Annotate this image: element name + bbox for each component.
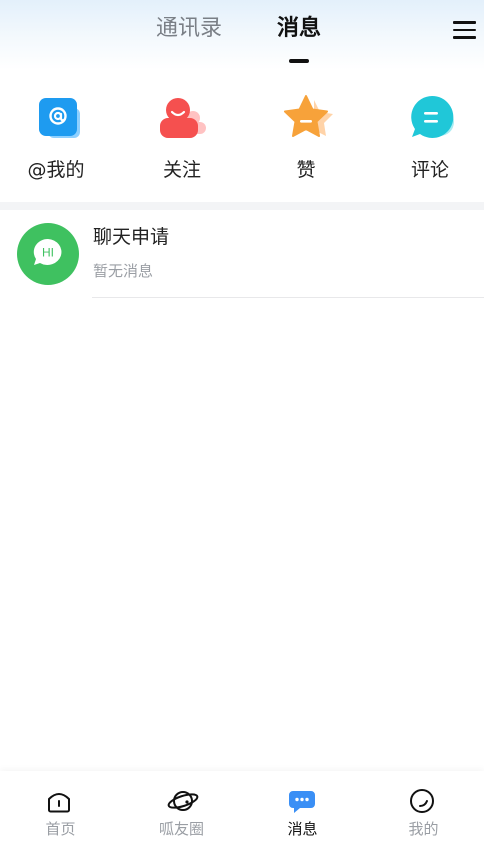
nav-label: 首页 bbox=[45, 820, 76, 838]
quick-action-comments[interactable]: 评论 bbox=[380, 92, 480, 188]
nav-label: 消息 bbox=[287, 820, 318, 838]
tab-contacts[interactable]: 通讯录 bbox=[156, 14, 222, 44]
at-mention-icon bbox=[39, 98, 80, 138]
bottom-navigation: 首页 呱友圈 消息 我的 bbox=[0, 771, 484, 841]
planet-icon bbox=[167, 791, 199, 811]
quick-action-label: @我的 bbox=[27, 159, 85, 181]
chat-request-row[interactable]: HI 聊天申请 暂无消息 bbox=[0, 212, 484, 298]
active-tab-indicator bbox=[289, 59, 309, 63]
nav-item-friends-circle[interactable]: 呱友圈 bbox=[121, 771, 242, 841]
nav-item-profile[interactable]: 我的 bbox=[363, 771, 484, 841]
message-bubble-icon bbox=[289, 791, 315, 813]
row-separator bbox=[92, 297, 484, 298]
chat-request-title: 聊天申请 bbox=[93, 226, 170, 248]
section-divider bbox=[0, 202, 484, 210]
nav-label: 我的 bbox=[408, 820, 439, 838]
hi-chat-icon: HI bbox=[33, 238, 62, 265]
top-header: 通讯录 消息 bbox=[0, 0, 484, 70]
person-follow-icon bbox=[160, 98, 206, 138]
profile-face-icon bbox=[410, 789, 434, 813]
comment-bubble-icon bbox=[411, 95, 454, 138]
quick-action-likes[interactable]: 赞 bbox=[256, 92, 356, 188]
quick-action-mentions[interactable]: @我的 bbox=[6, 92, 106, 188]
quick-action-label: 赞 bbox=[296, 159, 316, 181]
nav-item-messages[interactable]: 消息 bbox=[242, 771, 363, 841]
quick-action-label: 评论 bbox=[410, 159, 449, 181]
home-icon bbox=[48, 793, 70, 813]
tab-messages[interactable]: 消息 bbox=[277, 14, 321, 44]
quick-action-follow[interactable]: 关注 bbox=[132, 92, 232, 188]
avatar-text: HI bbox=[42, 246, 54, 260]
nav-label: 呱友圈 bbox=[158, 820, 204, 838]
nav-item-home[interactable]: 首页 bbox=[0, 771, 121, 841]
hamburger-menu-icon[interactable] bbox=[453, 20, 477, 40]
star-like-icon bbox=[284, 95, 333, 137]
chat-request-subtitle: 暂无消息 bbox=[93, 262, 154, 280]
quick-action-label: 关注 bbox=[162, 159, 201, 181]
chat-request-avatar: HI bbox=[17, 223, 79, 285]
